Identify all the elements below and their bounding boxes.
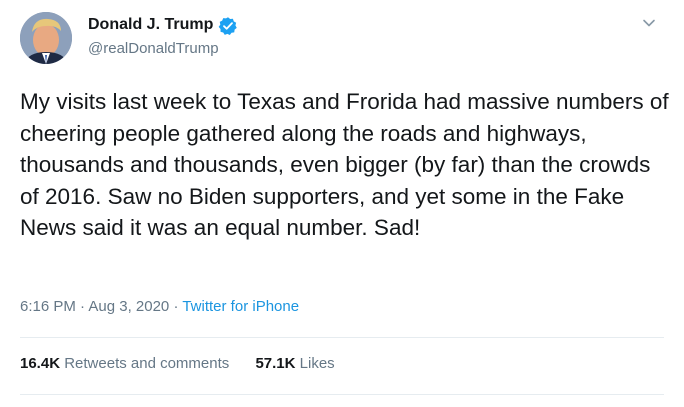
meta-separator: · xyxy=(169,298,183,315)
likes-label: Likes xyxy=(299,355,335,372)
divider xyxy=(20,337,664,338)
retweets-stat[interactable]: 16.4K Retweets and comments xyxy=(20,355,229,372)
tweet-timestamp[interactable]: 6:16 PM · Aug 3, 2020 xyxy=(20,298,169,315)
author-name[interactable]: Donald J. Trump xyxy=(88,16,213,34)
likes-stat[interactable]: 57.1K Likes xyxy=(255,355,334,372)
retweets-label: Retweets and comments xyxy=(64,355,230,372)
avatar-image xyxy=(20,12,72,64)
divider xyxy=(20,394,664,395)
likes-count: 57.1K xyxy=(255,355,296,372)
tweet-meta: 6:16 PM · Aug 3, 2020 · Twitter for iPho… xyxy=(20,298,299,315)
tweet-source-link[interactable]: Twitter for iPhone xyxy=(182,298,299,315)
tweet-card: Donald J. Trump @realDonaldTrump My visi… xyxy=(0,0,684,407)
verified-badge-icon xyxy=(218,17,237,35)
user-avatar[interactable] xyxy=(20,12,72,64)
retweets-count: 16.4K xyxy=(20,355,61,372)
tweet-text: My visits last week to Texas and Frorida… xyxy=(20,89,669,240)
chevron-down-icon[interactable] xyxy=(640,14,658,32)
author-handle[interactable]: @realDonaldTrump xyxy=(88,40,219,57)
tweet-stats: 16.4K Retweets and comments 57.1K Likes xyxy=(20,355,335,372)
